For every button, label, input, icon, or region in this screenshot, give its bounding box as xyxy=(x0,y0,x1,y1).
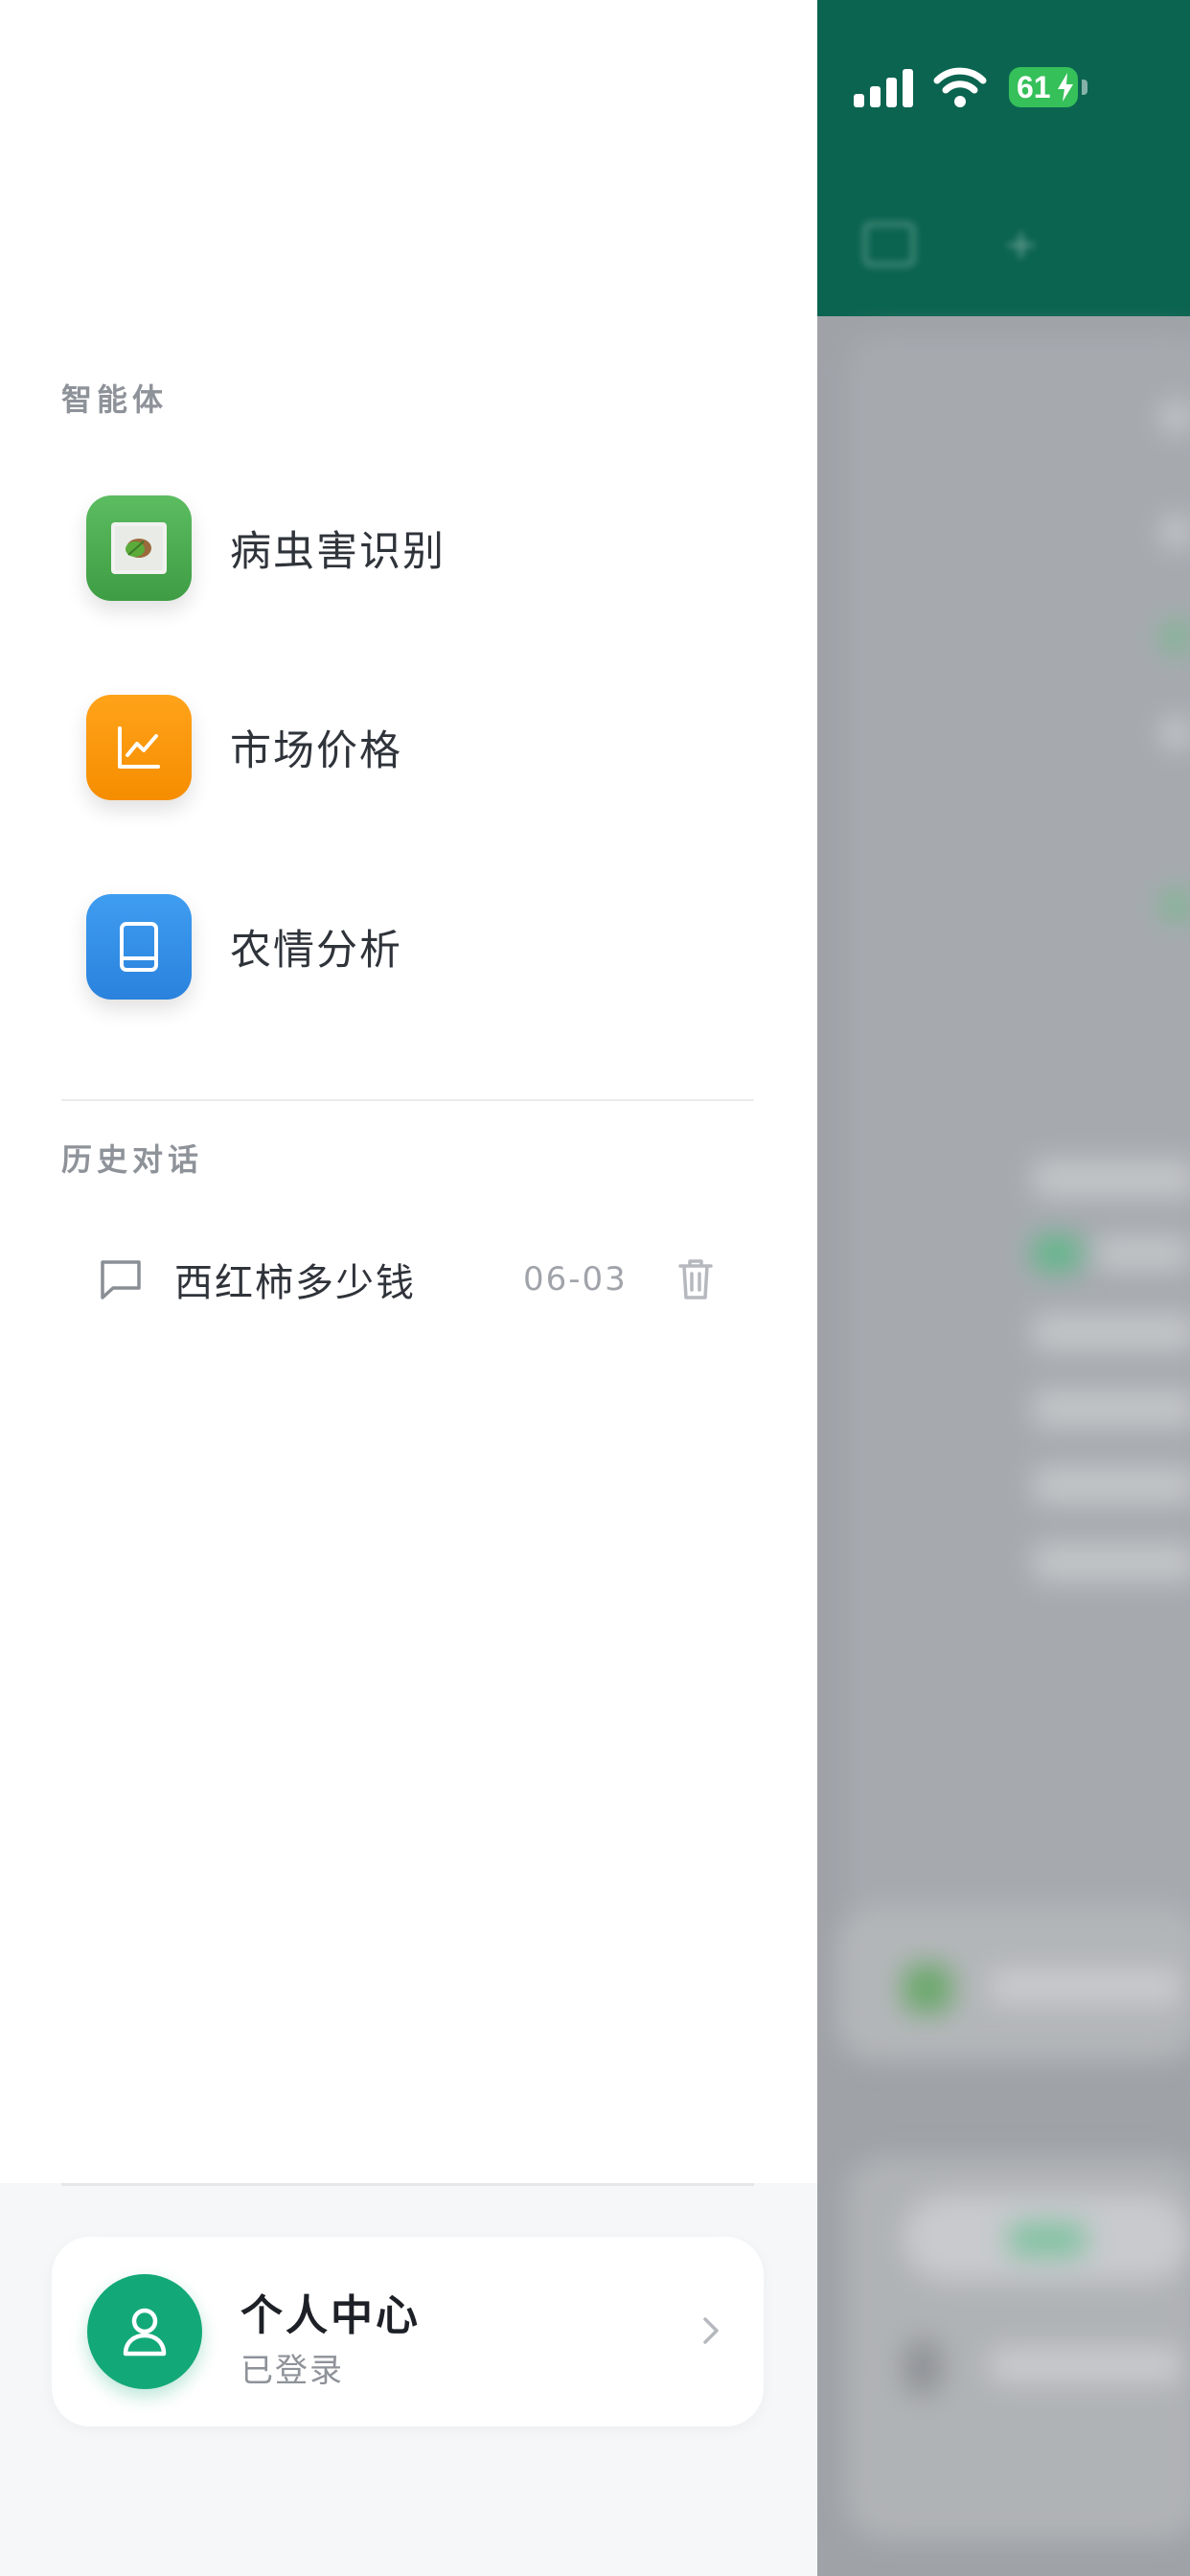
login-status: 已登录 xyxy=(240,2352,344,2390)
battery-level: 61 xyxy=(1017,70,1051,104)
user-icon xyxy=(87,2274,202,2389)
background-add-icon: + xyxy=(1004,220,1039,267)
agent-label: 农情分析 xyxy=(230,927,402,975)
background-app-overlay[interactable]: + xyxy=(817,0,1190,2576)
profile-center-card[interactable]: 个人中心 已登录 xyxy=(52,2237,764,2426)
signal-icon xyxy=(854,67,915,107)
agent-label: 市场价格 xyxy=(230,727,402,775)
profile-name: 个人中心 xyxy=(240,2291,421,2340)
background-content xyxy=(817,316,1190,2576)
bolt-icon xyxy=(1058,73,1073,102)
battery-nub xyxy=(1082,80,1087,95)
line-chart-icon xyxy=(86,695,192,800)
status-bar: 61 xyxy=(817,0,1190,172)
side-drawer: 智能体 病虫害识别 市场价格 农情分析 历史对话 西红柿多少钱 06-03 个人… xyxy=(0,0,817,2576)
agents-section-label: 智能体 xyxy=(61,381,169,418)
chat-bubble-icon xyxy=(101,1260,141,1300)
section-divider xyxy=(61,1099,754,1101)
chevron-right-icon xyxy=(703,2317,719,2344)
agent-label: 病虫害识别 xyxy=(230,528,446,576)
trash-icon[interactable] xyxy=(676,1257,715,1301)
battery-indicator: 61 xyxy=(1009,67,1078,107)
book-icon xyxy=(86,894,192,1000)
agent-item-market-price[interactable]: 市场价格 xyxy=(86,695,757,800)
history-item-date: 06-03 xyxy=(523,1260,628,1299)
background-menu-icon xyxy=(863,222,915,266)
footer-divider xyxy=(61,2183,754,2186)
agent-item-pest-identification[interactable]: 病虫害识别 xyxy=(86,495,757,601)
wifi-icon xyxy=(933,67,987,107)
agent-item-crop-analysis[interactable]: 农情分析 xyxy=(86,894,757,1000)
leaf-photo-icon xyxy=(86,495,192,601)
history-section-label: 历史对话 xyxy=(61,1141,204,1178)
history-item[interactable]: 西红柿多少钱 06-03 xyxy=(61,1227,732,1332)
history-item-title: 西红柿多少钱 xyxy=(174,1261,416,1305)
